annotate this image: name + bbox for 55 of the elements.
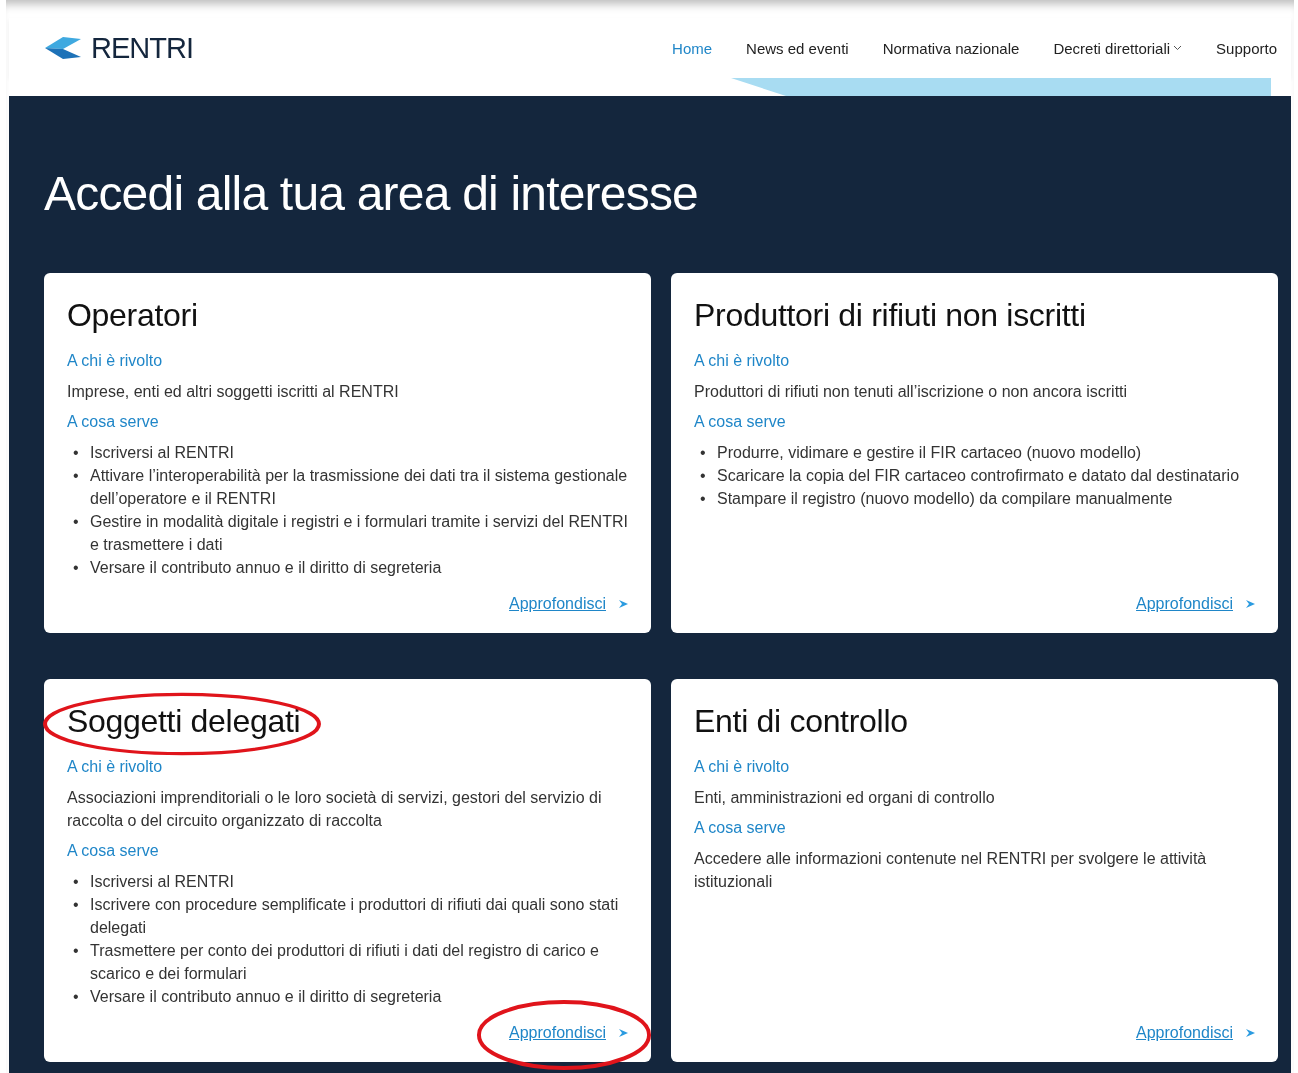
- bullet-point: •: [73, 987, 80, 1007]
- logo-text[interactable]: RENTRI: [91, 31, 193, 65]
- nav-link[interactable]: Normativa nazionale: [882, 39, 1020, 57]
- description-text: Imprese, enti ed altri soggetti iscritti al RENTRI: [67, 382, 400, 402]
- bullet-text: Trasmettere per conto dei produttori di rifiuti i dati del registro di carico e scarico e dei formulari: [90, 941, 600, 984]
- card-title: Soggetti delegati: [67, 703, 301, 740]
- page-heading: Accedi alla tua area di interesse: [44, 166, 699, 221]
- card-title: Operatori: [67, 297, 198, 334]
- chevron-icon: [618, 1028, 629, 1038]
- description-text: Produttori di rifiuti non tenuti all’iscrizione o non ancora iscritti: [694, 382, 1129, 402]
- chevron-icon: [1245, 599, 1256, 609]
- card-title: Produttori di rifiuti non iscritti: [694, 297, 1086, 334]
- more-link[interactable]: Approfondisci: [1136, 595, 1233, 613]
- caret-icon: [1173, 45, 1183, 51]
- nav-link[interactable]: News ed eventi: [746, 39, 849, 57]
- bullet-point: •: [73, 895, 80, 915]
- bullet-text: Iscrivere con procedure semplificate i produttori di rifiuti dai quali sono stati delegati: [90, 895, 620, 938]
- bullet-point: •: [73, 558, 80, 578]
- bullet-point: •: [73, 941, 80, 961]
- section-label: A cosa serve: [694, 413, 787, 431]
- bullet-point: •: [700, 443, 707, 463]
- bullet-text: Attivare l’interoperabilità per la trasmissione dei dati tra il sistema gestionale dell’operatore e il RENTRI: [90, 466, 629, 509]
- bullet-text: Produrre, vidimare e gestire il FIR cartaceo (nuovo modello): [717, 443, 1142, 463]
- card-title: Enti di controllo: [694, 703, 908, 740]
- bullet-text: Versare il contributo annuo e il diritto di segreteria: [90, 987, 442, 1007]
- bullet-point: •: [700, 466, 707, 486]
- chevron-icon: [1245, 1028, 1256, 1038]
- section-label: A cosa serve: [67, 842, 160, 860]
- bullet-text: Scaricare la copia del FIR cartaceo controfirmato e datato dal destinatario: [717, 466, 1240, 486]
- nav-link[interactable]: Decreti direttoriali: [1053, 39, 1183, 57]
- description-text: Associazioni imprenditoriali o le loro società di servizi, gestori del servizio di raccolta o del circuito organizzato di raccolta: [67, 788, 603, 831]
- nav-link[interactable]: Home: [672, 39, 713, 57]
- bullet-point: •: [700, 489, 707, 509]
- bullet-point: •: [73, 512, 80, 532]
- bullet-point: •: [73, 443, 80, 463]
- bullet-text: Iscriversi al RENTRI: [90, 872, 234, 892]
- description-text: Accedere alle informazioni contenute nel RENTRI per svolgere le attività istituzionali: [694, 849, 1208, 892]
- more-link[interactable]: Approfondisci: [1136, 1024, 1233, 1042]
- bullet-text: Versare il contributo annuo e il diritto di segreteria: [90, 558, 442, 578]
- chevron-icon: [618, 599, 629, 609]
- section-label: A cosa serve: [694, 819, 787, 837]
- bullet-text: Iscriversi al RENTRI: [90, 443, 234, 463]
- description-text: Enti, amministrazioni ed organi di controllo: [694, 788, 996, 808]
- section-label: A chi è rivolto: [67, 758, 164, 776]
- bullet-point: •: [73, 466, 80, 486]
- nav-link[interactable]: Supporto: [1216, 39, 1277, 57]
- more-link[interactable]: Approfondisci: [509, 595, 606, 613]
- bullet-point: •: [73, 872, 80, 892]
- bullet-text: Gestire in modalità digitale i registri e i formulari tramite i servizi del RENTRI e trasmettere i dati: [90, 512, 629, 555]
- section-label: A cosa serve: [67, 413, 160, 431]
- section-label: A chi è rivolto: [694, 758, 791, 776]
- more-link[interactable]: Approfondisci: [509, 1024, 606, 1042]
- bullet-text: Stampare il registro (nuovo modello) da compilare manualmente: [717, 489, 1173, 509]
- section-label: A chi è rivolto: [694, 352, 791, 370]
- section-label: A chi è rivolto: [67, 352, 164, 370]
